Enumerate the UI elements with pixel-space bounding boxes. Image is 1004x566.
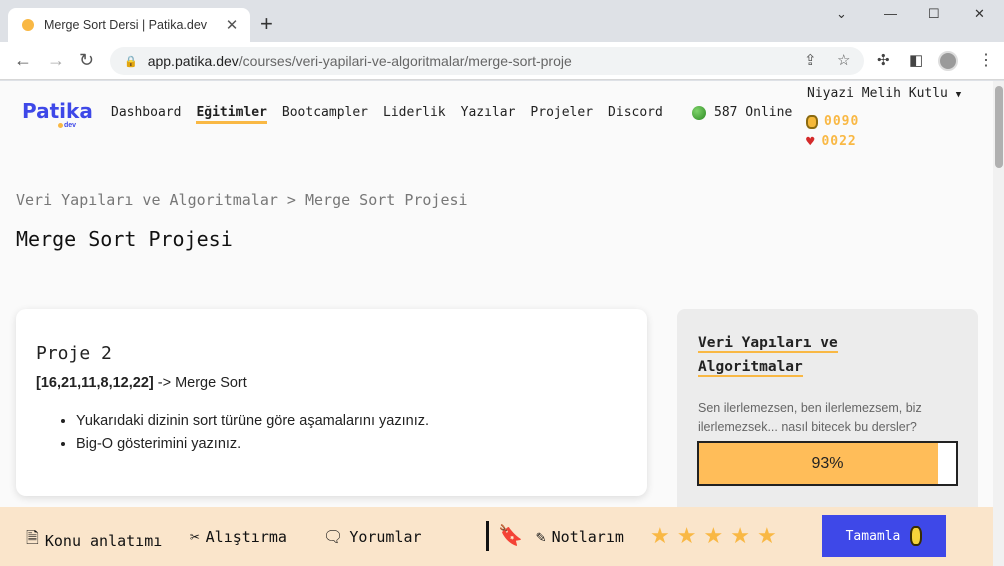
nav-yazilar[interactable]: Yazılar [461,105,516,124]
lock-icon: 🔒 [124,55,138,68]
progress-quote: Sen ilerlemezsen, ben ilerlemezsem, biz … [698,401,922,434]
back-icon[interactable]: ← [14,50,32,70]
alistirma-button[interactable]: ✂ Alıştırma [190,527,287,546]
share-icon[interactable]: ⇪ [804,51,817,69]
window-close-icon[interactable]: ✕ [974,6,985,22]
star-icon[interactable]: ★ [730,523,750,549]
profile-avatar[interactable] [938,51,958,71]
nav-egitimler[interactable]: Eğitimler [196,105,267,124]
chevron-down-icon[interactable]: ⌄ [836,6,847,22]
url-host: app.patika.dev [147,53,239,69]
logo-sub: dev [64,122,77,129]
forward-icon[interactable]: → [47,50,65,70]
nav-bootcampler[interactable]: Bootcampler [282,105,368,124]
konu-label: Konu anlatımı [44,531,163,550]
star-icon[interactable]: ★ [703,523,723,549]
comment-icon: 🗨 [323,527,344,546]
list-item: Yukarıdaki dizinin sort türüne göre aşam… [76,413,429,429]
tab-title: Merge Sort Dersi | Patika.dev [44,18,208,32]
address-row: ← → ↻ 🔒 app.patika.dev /courses/veri-yap… [0,42,1004,80]
task-list: Yukarıdaki dizinin sort türüne göre aşam… [76,413,429,459]
array-value: [16,21,11,8,12,22] [36,375,154,391]
online-indicator: 587 Online [692,105,792,120]
konu-anlatimi-button[interactable]: 🗎 Konu anlatımı [26,527,162,554]
sidepanel-icon[interactable]: ◧ [909,51,923,69]
favicon-icon [22,19,34,31]
rating-stars: ★ ★ ★ ★ ★ [650,523,777,549]
array-line: [16,21,11,8,12,22] -> Merge Sort [36,375,247,391]
logo-text: Patika [22,99,93,123]
nav-projeler[interactable]: Projeler [530,105,593,124]
notlarim-button[interactable]: ✎ Notlarım [536,527,624,546]
online-count: 587 Online [714,105,793,120]
extensions-icon[interactable]: ✣ [877,51,890,69]
url-bar[interactable]: 🔒 app.patika.dev /courses/veri-yapilari-… [110,47,864,75]
coin-stat: 0090 [806,114,859,129]
star-icon[interactable]: ★ [757,523,777,549]
scrollbar[interactable] [993,81,1004,566]
url-path: /courses/veri-yapilari-ve-algoritmalar/m… [238,53,572,69]
notlarim-label: Notlarım [551,527,624,546]
project-card: Proje 2 [16,21,11,8,12,22] -> Merge Sort… [16,309,647,496]
edit-icon: ✎ [536,527,546,546]
user-name: Niyazi Melih Kutlu [807,86,948,101]
divider [486,521,489,551]
card-heading: Proje 2 [36,343,112,364]
star-icon[interactable]: ★ [677,523,697,549]
course-title-line2: Algoritmalar [698,359,803,377]
heart-icon: ♥ [806,133,816,150]
star-icon[interactable]: ☆ [837,51,850,69]
tools-icon: ✂ [190,527,200,546]
coin-count: 0090 [824,114,860,129]
online-dot-icon [692,105,706,120]
new-tab-icon[interactable]: + [260,13,273,35]
page: Patika dev Dashboard Eğitimler Bootcampl… [0,81,1004,566]
coin-icon [806,114,818,129]
progress-label: 93% [811,454,844,472]
menu-kebab-icon[interactable]: ⋮ [978,50,994,70]
caret-down-icon: ▼ [955,90,962,100]
close-icon[interactable]: ✕ [224,16,240,34]
page-title: Merge Sort Projesi [16,227,233,251]
heart-stat: ♥ 0022 [806,134,857,149]
heart-count: 0022 [821,134,857,149]
nav-liderlik[interactable]: Liderlik [383,105,446,124]
bookmark-icon[interactable]: 🔖 [498,523,523,548]
main-nav: Dashboard Eğitimler Bootcampler Liderlik… [111,105,663,124]
complete-button[interactable]: Tamamla [822,515,946,557]
browser-tab[interactable]: Merge Sort Dersi | Patika.dev ✕ [8,8,250,42]
course-title[interactable]: Veri Yapıları ve Algoritmalar [698,331,838,379]
yorumlar-label: Yorumlar [349,527,422,546]
progress-bar: 93% [697,441,958,486]
logo-dot [58,123,63,128]
yorumlar-button[interactable]: 🗨 Yorumlar [323,527,422,546]
complete-label: Tamamla [845,528,901,544]
nav-dashboard[interactable]: Dashboard [111,105,181,124]
reload-icon[interactable]: ↻ [79,50,94,70]
breadcrumb[interactable]: Veri Yapıları ve Algoritmalar > Merge So… [16,191,468,209]
maximize-icon[interactable]: ☐ [928,6,940,22]
coin-icon [910,526,923,546]
list-item: Big-O gösterimini yazınız. [76,436,429,452]
patika-logo[interactable]: Patika dev [22,99,93,129]
bottom-bar: 🗎 Konu anlatımı ✂ Alıştırma 🗨 Yorumlar 🔖… [0,507,993,566]
alistirma-label: Alıştırma [205,527,287,546]
array-suffix: -> Merge Sort [153,375,247,391]
user-menu[interactable]: Niyazi Melih Kutlu ▼ [807,86,961,101]
nav-discord[interactable]: Discord [608,105,663,124]
star-icon[interactable]: ★ [650,523,670,549]
course-title-line1: Veri Yapıları ve [698,335,838,353]
minimize-icon[interactable]: — [884,6,897,21]
browser-tabbar: Merge Sort Dersi | Patika.dev ✕ + ⌄ — ☐ … [0,0,1004,42]
scrollbar-thumb[interactable] [995,86,1003,168]
document-icon: 🗎 [26,528,39,547]
